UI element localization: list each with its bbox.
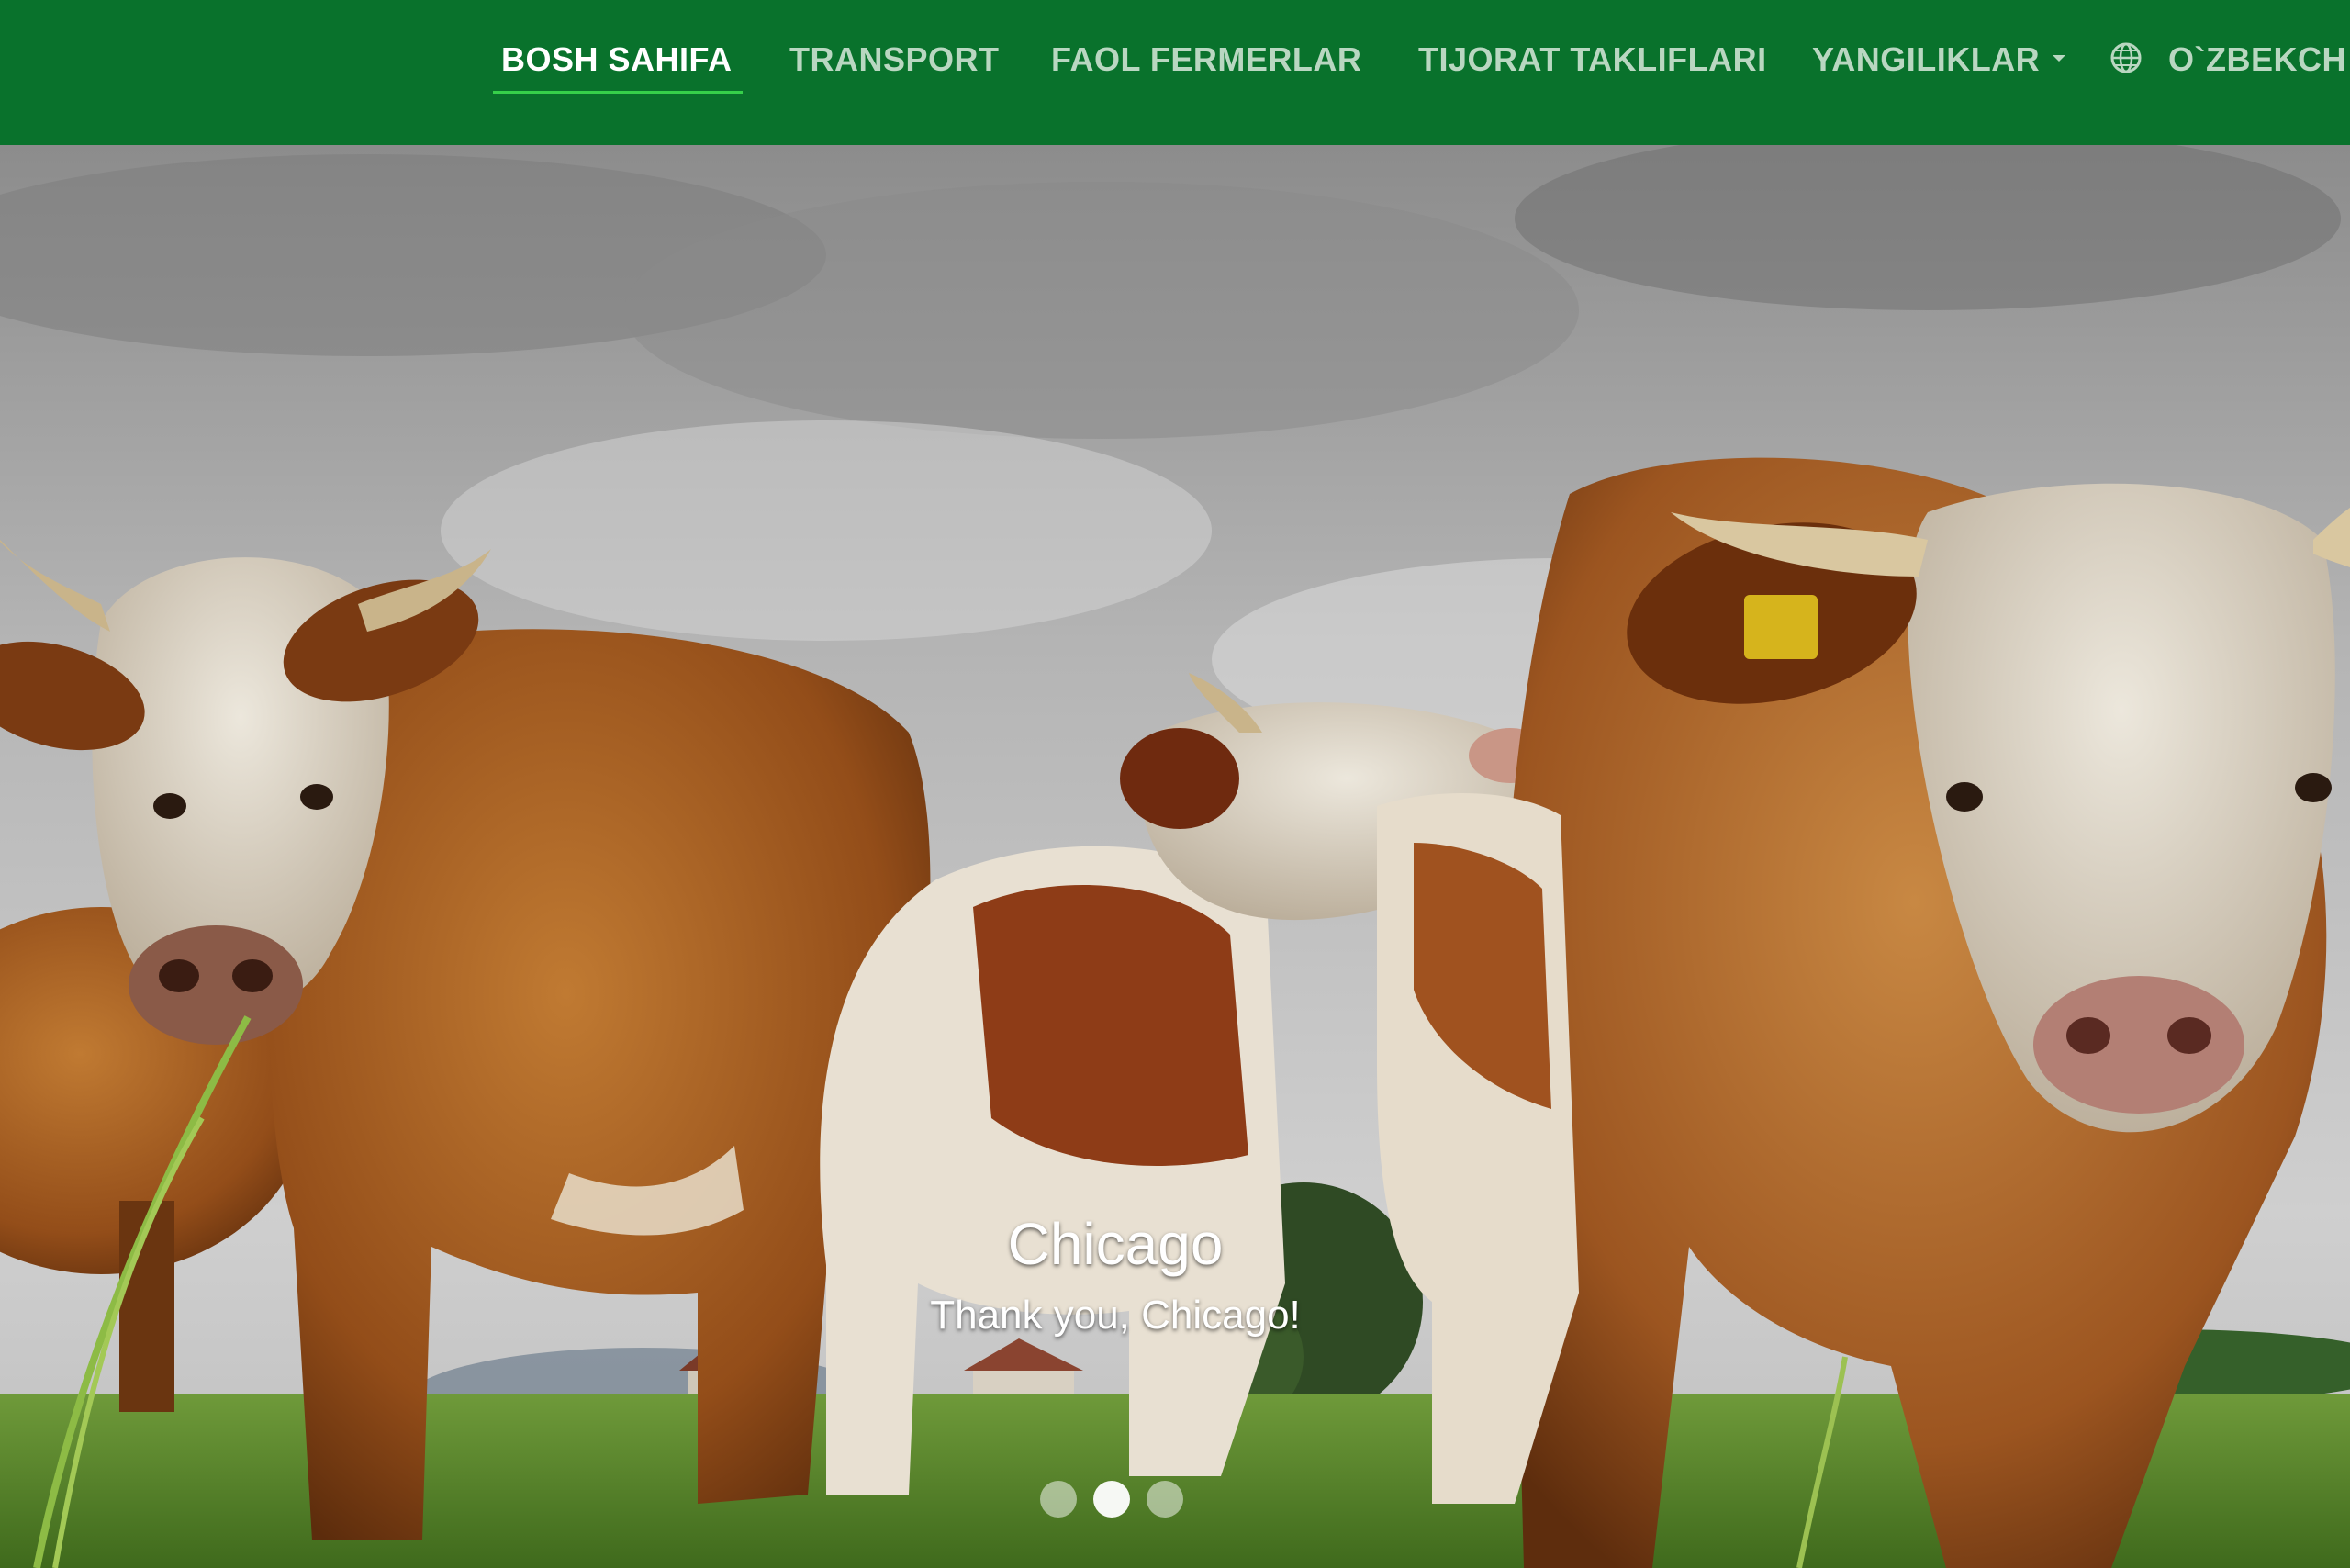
language-selector[interactable]: O`ZBEKCH: [2168, 0, 2346, 116]
nav-item-bosh-sahifa[interactable]: BOSH SAHIFA: [501, 0, 733, 116]
chevron-down-icon[interactable]: [2053, 55, 2065, 62]
nav-item-yangiliklar[interactable]: YANGILIKLAR: [1812, 0, 2040, 116]
globe-icon[interactable]: [2109, 41, 2143, 74]
nav-item-faol-fermerlar[interactable]: FAOL FERMERLAR: [1051, 0, 1361, 116]
carousel-indicator-3[interactable]: [1147, 1481, 1183, 1518]
carousel-indicator-1[interactable]: [1040, 1481, 1077, 1518]
carousel-image-cows: [0, 145, 2350, 1568]
hero-carousel: Chicago Thank you, Chicago!: [0, 145, 2350, 1568]
carousel-indicator-2[interactable]: [1093, 1481, 1130, 1518]
nav-item-transport[interactable]: TRANSPORT: [789, 0, 1000, 116]
carousel-caption-title: Chicago: [1007, 1211, 1224, 1277]
top-navbar: BOSH SAHIFA TRANSPORT FAOL FERMERLAR TIJ…: [0, 0, 2350, 145]
carousel-caption-subtitle: Thank you, Chicago!: [930, 1293, 1301, 1338]
nav-item-tijorat-takliflari[interactable]: TIJORAT TAKLIFLARI: [1418, 0, 1767, 116]
active-nav-underline: [493, 91, 743, 94]
